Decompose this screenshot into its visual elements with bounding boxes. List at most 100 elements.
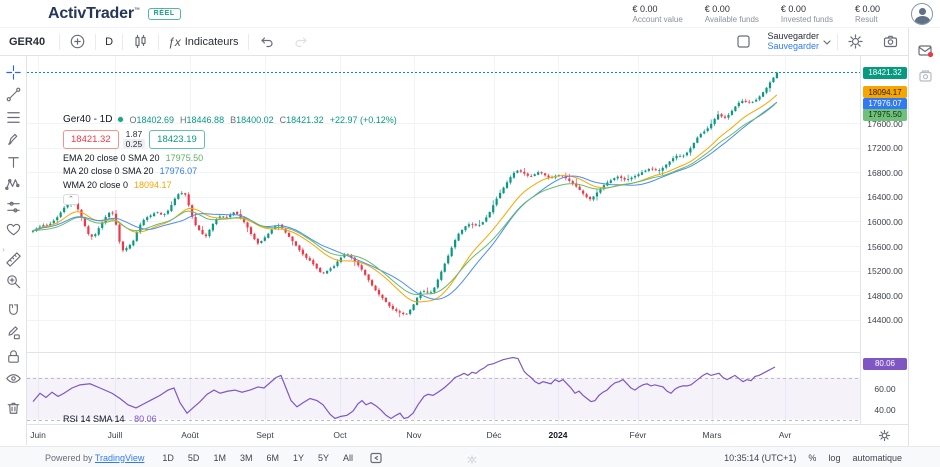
spread-value-top: 1.87 (126, 129, 143, 139)
rsi-tick-label: 40.00 (861, 405, 909, 415)
price-chart-canvas[interactable] (27, 56, 860, 424)
save-link[interactable]: Sauvegarder (767, 42, 819, 52)
indicators-button[interactable]: ƒx Indicateurs (159, 28, 248, 55)
indicator-row-wma[interactable]: WMA 20 close 018094.17 (63, 180, 397, 190)
legend-collapse-button[interactable]: ⌃ (63, 194, 79, 205)
trademark-symbol: ™ (134, 7, 140, 13)
app-logo[interactable]: ActivTrader™ RÉEL (48, 5, 181, 23)
fib-retracement-tool-button[interactable] (3, 107, 23, 127)
price-tick-label: 16000.00 (861, 217, 909, 227)
range-button-6m[interactable]: 6M (262, 451, 283, 465)
undo-button[interactable] (249, 28, 284, 55)
drawing-lock-tool-button[interactable] (3, 324, 23, 344)
chart-settings-button[interactable] (838, 28, 873, 55)
auto-scale-button[interactable]: automatique (852, 453, 902, 463)
price-tick-label: 15200.00 (861, 266, 909, 276)
range-button-5y[interactable]: 5Y (314, 451, 333, 465)
indicator-row-ma[interactable]: MA 20 close 0 SMA 2017976.07 (63, 166, 397, 176)
price-axis[interactable]: 17600.0017200.0016800.0016400.0016000.00… (860, 56, 908, 424)
right-notification-rail (908, 28, 940, 467)
indicator-row-ema[interactable]: EMA 20 close 0 SMA 2017975.50 (63, 153, 397, 163)
range-button-1m[interactable]: 1M (209, 451, 230, 465)
chevron-down-icon (821, 36, 833, 48)
undo-arrow-icon (258, 33, 275, 50)
time-axis-label: Juill (108, 430, 123, 440)
ema-value: 17975.50 (166, 153, 204, 163)
powered-by: Powered by TradingView (45, 453, 144, 463)
time-axis-label: Juin (30, 430, 46, 440)
compare-add-button[interactable] (60, 28, 95, 55)
time-axis-label: Sept (256, 430, 274, 440)
chart-style-button[interactable] (123, 28, 158, 55)
interval-button[interactable]: D (96, 28, 122, 55)
range-button-1d[interactable]: 1D (158, 451, 178, 465)
price-badge: 18421.32 (863, 67, 907, 79)
range-button-5d[interactable]: 5D (184, 451, 204, 465)
snapshot-button[interactable] (873, 28, 908, 55)
emoji-heart-icon (4, 220, 23, 239)
emoji-heart-tool-button[interactable] (3, 220, 23, 240)
axis-settings-gear-icon[interactable] (878, 429, 891, 442)
sell-price-button[interactable]: 18421.32 (63, 130, 119, 149)
low-value: 18400.02 (236, 115, 274, 125)
brush-icon (4, 130, 23, 149)
legend-symbol[interactable]: Ger40 - 1D (63, 114, 112, 125)
lock-tool-button[interactable] (3, 346, 23, 366)
collapse-watchlist-handle[interactable]: › (0, 242, 7, 256)
time-axis-label: Févr (630, 430, 647, 440)
time-axis-label: Oct (333, 430, 346, 440)
zoom-in-tool-button[interactable] (3, 272, 23, 292)
stat-value: € 0.00 (855, 4, 880, 14)
rsi-name: RSI 14 SMA 14 (63, 414, 125, 424)
crosshair-icon (4, 63, 23, 82)
go-to-date-icon[interactable] (369, 451, 383, 465)
app-header: ActivTrader™ RÉEL € 0.00 Account value €… (0, 0, 940, 28)
stat-value: € 0.00 (781, 4, 833, 14)
chart-legend: Ger40 - 1D O18402.69 H18446.88 B18400.02… (63, 114, 397, 205)
rsi-legend[interactable]: RSI 14 SMA 14 80.06 (63, 414, 157, 424)
tradingview-link[interactable]: TradingView (95, 453, 145, 463)
buy-price-button[interactable]: 18423.19 (149, 130, 205, 149)
redo-button[interactable] (284, 28, 319, 55)
layout-checkbox[interactable] (726, 28, 761, 55)
gear-icon (847, 33, 864, 50)
text-tool-button[interactable] (3, 152, 23, 172)
brush-tool-button[interactable] (3, 130, 23, 150)
time-axis-label: 2024 (549, 430, 568, 440)
screenshot-icon[interactable] (917, 68, 934, 85)
user-avatar[interactable] (911, 3, 933, 25)
percent-scale-button[interactable]: % (808, 453, 816, 463)
spread-indicator: 1.87 0.25 (123, 129, 146, 149)
forecast-tool-button[interactable] (3, 197, 23, 217)
xabcd-pattern-tool-button[interactable] (3, 175, 23, 195)
checkbox-icon (735, 33, 752, 50)
clock-label[interactable]: 10:35:14 (UTC+1) (724, 453, 796, 463)
range-button-1y[interactable]: 1Y (289, 451, 308, 465)
redo-arrow-icon (293, 33, 310, 50)
price-tick-label: 16800.00 (861, 168, 909, 178)
ohlc-values: O18402.69 H18446.88 B18400.02 C18421.32 … (129, 115, 396, 125)
drawing-lock-icon (4, 324, 23, 343)
time-axis[interactable]: JuinJuillAoûtSeptOctNovDéc2024FévrMarsAv… (27, 424, 908, 446)
mail-icon[interactable] (917, 42, 934, 59)
log-scale-button[interactable]: log (828, 453, 840, 463)
range-button-all[interactable]: All (339, 451, 357, 465)
trend-line-tool-button[interactable] (3, 85, 23, 105)
price-badge: 18094.17 (863, 86, 907, 98)
range-button-3m[interactable]: 3M (236, 451, 257, 465)
time-axis-label: Déc (486, 430, 501, 440)
hide-drawings-icon (4, 369, 23, 388)
crosshair-tool-button[interactable] (3, 62, 23, 82)
panel-resize-handle[interactable] (466, 455, 478, 464)
xabcd-pattern-icon (4, 175, 23, 194)
close-value: 18421.32 (286, 115, 324, 125)
save-layout-button[interactable]: Sauvegarder Sauvegarder (761, 28, 837, 55)
symbol-button[interactable]: GER40 (0, 36, 59, 48)
magnet-tool-button[interactable] (3, 301, 23, 321)
hide-drawings-tool-button[interactable] (3, 369, 23, 389)
quote-panel: 18421.32 1.87 0.25 18423.19 (63, 129, 397, 149)
fib-retracement-icon (4, 108, 23, 127)
stat-value: € 0.00 (705, 4, 759, 14)
remove-drawings-tool-button[interactable] (3, 398, 23, 418)
price-tick-label: 16400.00 (861, 192, 909, 202)
